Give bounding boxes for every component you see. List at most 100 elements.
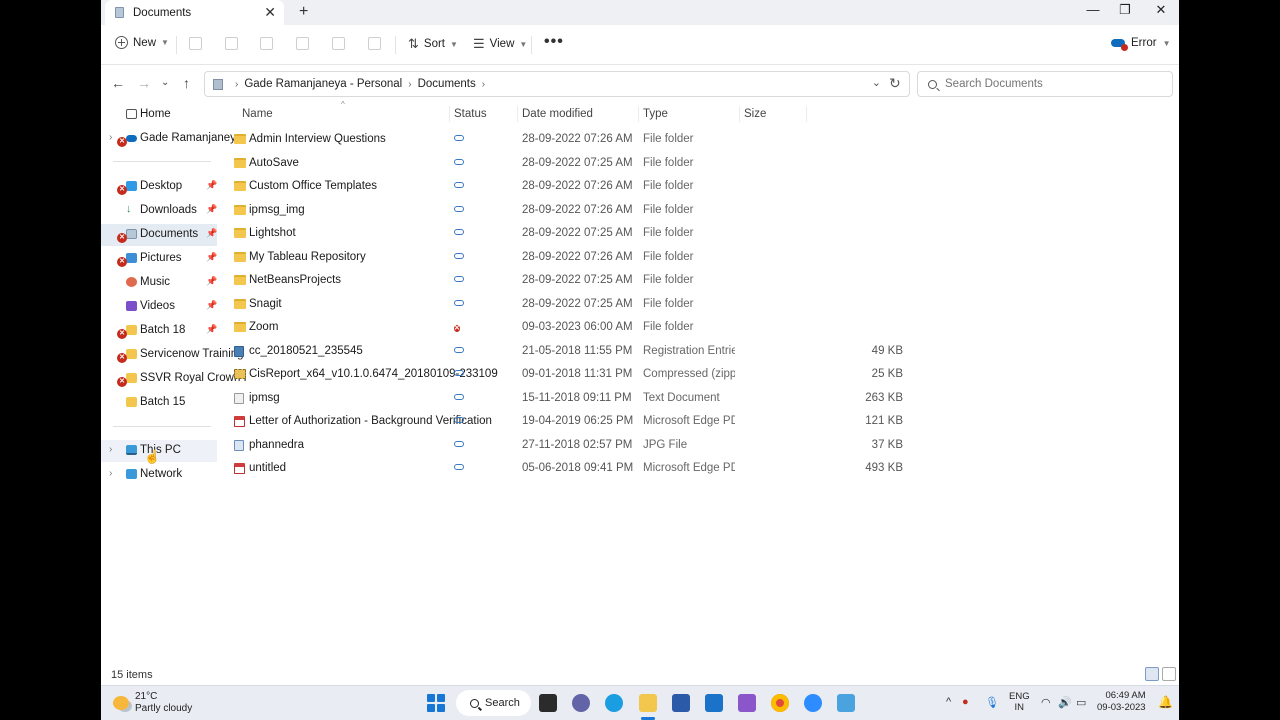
- chevron-right-icon[interactable]: ›: [109, 132, 112, 143]
- column-divider[interactable]: [638, 106, 639, 122]
- minimize-button[interactable]: —: [1078, 2, 1108, 17]
- column-divider[interactable]: [449, 106, 450, 122]
- zoom-icon[interactable]: [804, 694, 822, 712]
- file-row[interactable]: My Tableau Repository 28-09-2022 07:26 AM…: [219, 246, 919, 269]
- sidebar-item-batch-18[interactable]: ✕ Batch 18 📌: [101, 320, 217, 342]
- sort-button[interactable]: ⇅ Sort ▼: [408, 36, 458, 52]
- sidebar-item-batch-15[interactable]: Batch 15: [101, 392, 217, 414]
- column-header-name[interactable]: Name: [242, 108, 273, 120]
- more-options-icon[interactable]: •••: [544, 33, 564, 51]
- toolbar-divider: [395, 36, 396, 54]
- input-language-indicator[interactable]: ENG IN: [1009, 691, 1030, 713]
- address-dropdown-icon[interactable]: ⌄: [872, 76, 881, 89]
- breadcrumb-personal[interactable]: Gade Ramanjaneya - Personal: [244, 78, 402, 90]
- sidebar-item-ssvr-royal-crown[interactable]: ✕ SSVR Royal Crown I: [101, 368, 247, 390]
- new-button[interactable]: New ▼: [115, 36, 169, 49]
- snipping-tool-icon[interactable]: [738, 694, 756, 712]
- column-divider[interactable]: [806, 106, 807, 122]
- back-icon[interactable]: ←: [111, 75, 125, 91]
- show-hidden-icons-icon[interactable]: ^: [946, 696, 951, 708]
- taskbar-search-button[interactable]: Search: [456, 690, 531, 716]
- file-row[interactable]: phannedra 27-11-2018 02:57 PM JPG File 37 K…: [219, 434, 919, 457]
- notifications-icon[interactable]: 🔔: [1158, 695, 1173, 709]
- file-row[interactable]: untitled 05-06-2018 09:41 PM Microsoft Edg…: [219, 457, 919, 480]
- maximize-button[interactable]: ❐: [1110, 2, 1140, 18]
- sidebar-item-documents[interactable]: ✕ Documents 📌: [101, 224, 217, 246]
- system-clock[interactable]: 06:49 AM 09-03-2023: [1097, 690, 1146, 714]
- copy-icon[interactable]: [225, 37, 238, 50]
- search-box[interactable]: [917, 71, 1173, 97]
- file-row[interactable]: Admin Interview Questions 28-09-2022 07:2…: [219, 128, 919, 151]
- file-explorer-icon[interactable]: [639, 694, 657, 712]
- folder-icon: [234, 228, 246, 238]
- notepad-icon[interactable]: [837, 694, 855, 712]
- close-tab-icon[interactable]: ✕: [264, 5, 276, 19]
- weather-widget[interactable]: 21°C Partly cloudy: [113, 691, 192, 715]
- details-view-icon[interactable]: [1145, 667, 1159, 681]
- sidebar-item-network[interactable]: › Network: [101, 464, 217, 486]
- file-row[interactable]: Zoom ✕ 09-03-2023 06:00 AM File folder: [219, 316, 919, 339]
- sidebar-item-pictures[interactable]: ✕ Pictures 📌: [101, 248, 217, 270]
- windows-start-icon[interactable]: [427, 694, 445, 712]
- delete-icon[interactable]: [368, 37, 381, 50]
- volume-icon[interactable]: 🔊: [1058, 696, 1072, 709]
- wifi-icon[interactable]: ◠: [1041, 696, 1051, 709]
- new-tab-button[interactable]: +: [299, 3, 308, 21]
- search-input[interactable]: [945, 78, 1165, 90]
- rename-icon[interactable]: [296, 37, 309, 50]
- battery-icon[interactable]: ▭: [1076, 696, 1086, 709]
- file-type: JPG File: [643, 438, 688, 451]
- view-button[interactable]: ☰ View ▼: [473, 36, 527, 52]
- column-header-size[interactable]: Size: [744, 108, 766, 120]
- chrome-icon[interactable]: [771, 694, 789, 712]
- file-row[interactable]: NetBeansProjects 28-09-2022 07:25 AM File …: [219, 269, 919, 292]
- file-row[interactable]: cc_20180521_235545 21-05-2018 11:55 PM Reg…: [219, 340, 919, 363]
- column-header-status[interactable]: Status: [454, 108, 487, 120]
- paste-icon[interactable]: [260, 37, 273, 50]
- sidebar-item-home[interactable]: Home: [101, 104, 217, 126]
- cut-icon[interactable]: [189, 37, 202, 50]
- column-header-type[interactable]: Type: [643, 108, 668, 120]
- mail-icon[interactable]: [705, 694, 723, 712]
- sidebar-item-onedrive[interactable]: › ✕ Gade Ramanjaneya: [101, 128, 242, 150]
- task-view-icon[interactable]: [539, 694, 557, 712]
- recent-locations-icon[interactable]: ⌄: [161, 77, 169, 88]
- pictures-icon: [126, 253, 137, 263]
- store-icon[interactable]: [672, 694, 690, 712]
- sidebar-item-music[interactable]: Music 📌: [101, 272, 217, 294]
- up-icon[interactable]: ↑: [183, 75, 190, 91]
- file-name: Custom Office Templates: [249, 180, 378, 192]
- edge-icon[interactable]: [605, 694, 623, 712]
- file-row[interactable]: CisReport_x64_v10.1.0.6474_20180109-2331…: [219, 363, 919, 386]
- folder-icon: [126, 325, 137, 335]
- address-bar[interactable]: › Gade Ramanjaneya - Personal › Document…: [204, 71, 910, 97]
- teams-chat-icon[interactable]: [572, 694, 590, 712]
- breadcrumb-documents[interactable]: Documents: [418, 78, 476, 90]
- sidebar-item-this-pc[interactable]: › This PC ☝: [101, 440, 217, 464]
- file-row[interactable]: AutoSave 28-09-2022 07:25 AM File folder: [219, 152, 919, 175]
- sidebar-item-downloads[interactable]: ↓ Downloads 📌: [101, 200, 217, 222]
- chevron-right-icon[interactable]: ›: [109, 468, 112, 479]
- share-icon[interactable]: [332, 37, 345, 50]
- forward-icon[interactable]: →: [137, 75, 151, 91]
- sidebar-item-videos[interactable]: Videos 📌: [101, 296, 217, 318]
- refresh-icon[interactable]: ↻: [889, 75, 901, 92]
- column-divider[interactable]: [517, 106, 518, 122]
- file-row[interactable]: ipmsg_img 28-09-2022 07:26 AM File folder: [219, 199, 919, 222]
- onedrive-error-tray-icon[interactable]: ●: [962, 696, 969, 708]
- tab-documents[interactable]: Documents ✕: [105, 0, 284, 25]
- column-header-date[interactable]: Date modified: [522, 108, 593, 120]
- file-row[interactable]: Letter of Authorization - Background Ver…: [219, 410, 919, 433]
- file-row[interactable]: Custom Office Templates 28-09-2022 07:26 …: [219, 175, 919, 198]
- sidebar-item-desktop[interactable]: ✕ Desktop 📌: [101, 176, 217, 198]
- close-window-button[interactable]: ✕: [1146, 2, 1176, 18]
- sidebar-item-servicenow-training[interactable]: ✕ Servicenow Training: [101, 344, 244, 366]
- file-row[interactable]: Snagit 28-09-2022 07:25 AM File folder: [219, 293, 919, 316]
- column-divider[interactable]: [739, 106, 740, 122]
- onedrive-error-button[interactable]: Error ▼: [1111, 37, 1170, 51]
- tiles-view-icon[interactable]: [1162, 667, 1176, 681]
- file-row[interactable]: Lightshot 28-09-2022 07:25 AM File folder: [219, 222, 919, 245]
- file-row[interactable]: ipmsg 15-11-2018 09:11 PM Text Document 263…: [219, 387, 919, 410]
- microphone-icon[interactable]: 🎙: [985, 696, 999, 709]
- chevron-right-icon[interactable]: ›: [109, 444, 112, 455]
